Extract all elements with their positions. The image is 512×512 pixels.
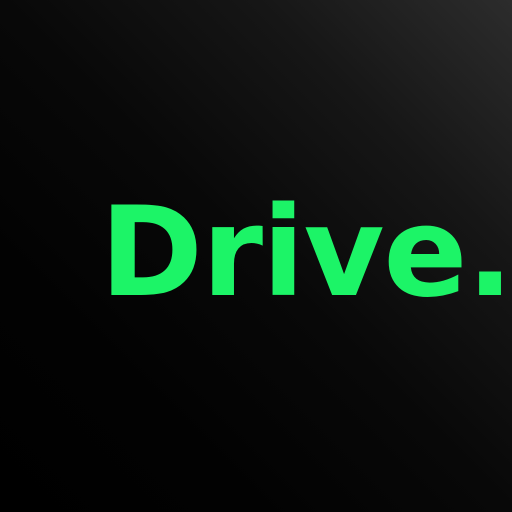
app-wordmark: Drive. xyxy=(100,181,512,325)
app-icon: Drive. xyxy=(0,0,512,512)
